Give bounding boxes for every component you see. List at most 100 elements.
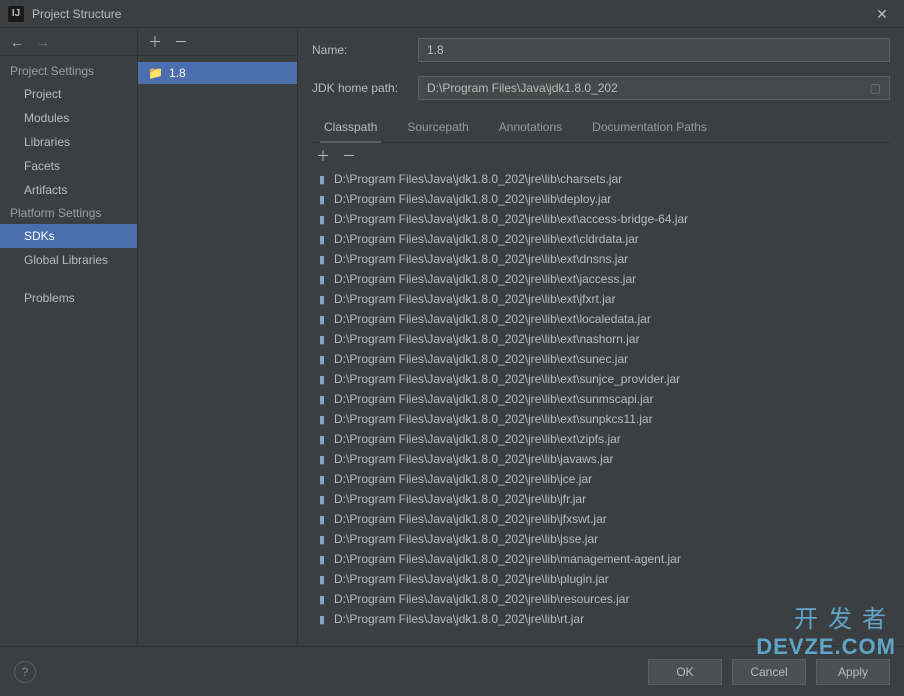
ok-button[interactable]: OK <box>648 659 722 685</box>
sidebar-item-project[interactable]: Project <box>0 82 137 106</box>
classpath-row[interactable]: ▮ D:\Program Files\Java\jdk1.8.0_202\jre\… <box>312 569 890 589</box>
remove-classpath-button[interactable]: － <box>342 149 356 163</box>
sdk-panel: ＋ － 📁1.8 <box>138 28 298 646</box>
tab-annotations[interactable]: Annotations <box>495 114 566 142</box>
classpath-path: D:\Program Files\Java\jdk1.8.0_202\jre\l… <box>334 512 607 526</box>
sidebar-item-libraries[interactable]: Libraries <box>0 130 137 154</box>
classpath-row[interactable]: ▮ D:\Program Files\Java\jdk1.8.0_202\jre\… <box>312 169 890 189</box>
add-sdk-button[interactable]: ＋ <box>148 35 162 49</box>
classpath-row[interactable]: ▮ D:\Program Files\Java\jdk1.8.0_202\jre\… <box>312 269 890 289</box>
path-input[interactable] <box>419 77 862 99</box>
jar-icon: ▮ <box>316 473 328 486</box>
main-area: ← → Project SettingsProjectModulesLibrar… <box>0 28 904 646</box>
footer: ? OK Cancel Apply <box>0 646 904 696</box>
nav-row: ← → <box>0 28 137 56</box>
classpath-row[interactable]: ▮D:\Program Files\Java\jdk1.8.0_202\jre\… <box>312 189 890 209</box>
remove-sdk-button[interactable]: － <box>174 35 188 49</box>
jar-icon: ▮ <box>316 493 328 506</box>
forward-icon[interactable]: → <box>36 34 50 50</box>
classpath-row[interactable]: ▮D:\Program Files\Java\jdk1.8.0_202\jre\… <box>312 229 890 249</box>
sidebar-header: Platform Settings <box>0 202 137 224</box>
sdk-toolbar: ＋ － <box>138 28 297 56</box>
jar-icon: ▮ <box>316 313 328 326</box>
classpath-row[interactable]: ▮D:\Program Files\Java\jdk1.8.0_202\jre\… <box>312 389 890 409</box>
close-button[interactable]: ✕ <box>860 0 904 28</box>
classpath-row[interactable]: ▮D:\Program Files\Java\jdk1.8.0_202\jre\… <box>312 609 890 629</box>
classpath-row[interactable]: ▮ D:\Program Files\Java\jdk1.8.0_202\jre\… <box>312 369 890 389</box>
sidebar-item-problems[interactable]: Problems <box>0 286 137 310</box>
name-input[interactable] <box>418 38 890 62</box>
classpath-row[interactable]: ▮D:\Program Files\Java\jdk1.8.0_202\jre\… <box>312 489 890 509</box>
classpath-row[interactable]: ▮D:\Program Files\Java\jdk1.8.0_202\jre\… <box>312 329 890 349</box>
classpath-row[interactable]: ▮D:\Program Files\Java\jdk1.8.0_202\jre\… <box>312 209 890 229</box>
classpath-row[interactable]: ▮D:\Program Files\Java\jdk1.8.0_202\jre\… <box>312 429 890 449</box>
classpath-row[interactable]: ▮ D:\Program Files\Java\jdk1.8.0_202\jre\… <box>312 469 890 489</box>
sdk-item[interactable]: 📁1.8 <box>138 62 297 84</box>
add-classpath-button[interactable]: ＋ <box>316 149 330 163</box>
classpath-path: D:\Program Files\Java\jdk1.8.0_202\jre\l… <box>334 352 628 366</box>
path-row: JDK home path: ▢ <box>312 76 890 100</box>
classpath-path: D:\Program Files\Java\jdk1.8.0_202\jre\l… <box>334 592 629 606</box>
classpath-row[interactable]: ▮D:\Program Files\Java\jdk1.8.0_202\jre\… <box>312 529 890 549</box>
browse-icon[interactable]: ▢ <box>862 81 889 95</box>
help-button[interactable]: ? <box>14 661 36 683</box>
classpath-path: D:\Program Files\Java\jdk1.8.0_202\jre\l… <box>334 572 609 586</box>
content-panel: Name: JDK home path: ▢ Classpath Sourcepa… <box>298 28 904 646</box>
jar-icon: ▮ <box>316 233 328 246</box>
classpath-path: D:\Program Files\Java\jdk1.8.0_202\jre\l… <box>334 372 680 386</box>
jar-icon: ▮ <box>316 613 328 626</box>
classpath-row[interactable]: ▮D:\Program Files\Java\jdk1.8.0_202\jre\… <box>312 309 890 329</box>
classpath-row[interactable]: ▮ D:\Program Files\Java\jdk1.8.0_202\jre\… <box>312 589 890 609</box>
classpath-row[interactable]: ▮ D:\Program Files\Java\jdk1.8.0_202\jre\… <box>312 249 890 269</box>
classpath-row[interactable]: ▮ D:\Program Files\Java\jdk1.8.0_202\jre\… <box>312 549 890 569</box>
sidebar-sections: Project SettingsProjectModulesLibrariesF… <box>0 56 137 310</box>
classpath-path: D:\Program Files\Java\jdk1.8.0_202\jre\l… <box>334 472 592 486</box>
classpath-path: D:\Program Files\Java\jdk1.8.0_202\jre\l… <box>334 432 621 446</box>
jar-icon: ▮ <box>316 573 328 586</box>
sidebar-item-modules[interactable]: Modules <box>0 106 137 130</box>
classpath-path: D:\Program Files\Java\jdk1.8.0_202\jre\l… <box>334 532 598 546</box>
classpath-path: D:\Program Files\Java\jdk1.8.0_202\jre\l… <box>334 412 653 426</box>
classpath-path: D:\Program Files\Java\jdk1.8.0_202\jre\l… <box>334 292 615 306</box>
sidebar-item-sdks[interactable]: SDKs <box>0 224 137 248</box>
jar-icon: ▮ <box>316 173 328 186</box>
classpath-row[interactable]: ▮ D:\Program Files\Java\jdk1.8.0_202\jre\… <box>312 289 890 309</box>
classpath-row[interactable]: ▮ D:\Program Files\Java\jdk1.8.0_202\jre\… <box>312 349 890 369</box>
jar-icon: ▮ <box>316 193 328 206</box>
jar-icon: ▮ <box>316 333 328 346</box>
path-label: JDK home path: <box>312 81 408 95</box>
tab-sourcepath[interactable]: Sourcepath <box>403 114 472 142</box>
window-title: Project Structure <box>32 7 121 21</box>
cancel-button[interactable]: Cancel <box>732 659 806 685</box>
classpath-path: D:\Program Files\Java\jdk1.8.0_202\jre\l… <box>334 252 628 266</box>
jar-icon: ▮ <box>316 353 328 366</box>
title-bar: IJ Project Structure ✕ <box>0 0 904 28</box>
jar-icon: ▮ <box>316 273 328 286</box>
classpath-toolbar: ＋ － <box>312 143 890 169</box>
classpath-row[interactable]: ▮D:\Program Files\Java\jdk1.8.0_202\jre\… <box>312 409 890 429</box>
jar-icon: ▮ <box>316 593 328 606</box>
classpath-row[interactable]: ▮ D:\Program Files\Java\jdk1.8.0_202\jre\… <box>312 509 890 529</box>
classpath-path: D:\Program Files\Java\jdk1.8.0_202\jre\l… <box>334 552 681 566</box>
back-icon[interactable]: ← <box>10 34 24 50</box>
sidebar-item-global-libraries[interactable]: Global Libraries <box>0 248 137 272</box>
sidebar-item-artifacts[interactable]: Artifacts <box>0 178 137 202</box>
classpath-path: D:\Program Files\Java\jdk1.8.0_202\jre\l… <box>334 172 622 186</box>
sidebar-header: Project Settings <box>0 60 137 82</box>
app-icon: IJ <box>8 6 24 22</box>
jar-icon: ▮ <box>316 293 328 306</box>
sdk-list: 📁1.8 <box>138 56 297 84</box>
tab-classpath[interactable]: Classpath <box>320 114 381 142</box>
apply-button[interactable]: Apply <box>816 659 890 685</box>
sidebar-item-facets[interactable]: Facets <box>0 154 137 178</box>
name-row: Name: <box>312 38 890 62</box>
jar-icon: ▮ <box>316 373 328 386</box>
jar-icon: ▮ <box>316 553 328 566</box>
classpath-path: D:\Program Files\Java\jdk1.8.0_202\jre\l… <box>334 272 636 286</box>
classpath-row[interactable]: ▮D:\Program Files\Java\jdk1.8.0_202\jre\… <box>312 449 890 469</box>
jar-icon: ▮ <box>316 513 328 526</box>
jar-icon: ▮ <box>316 453 328 466</box>
classpath-list: ▮ D:\Program Files\Java\jdk1.8.0_202\jre\… <box>312 169 890 646</box>
jar-icon: ▮ <box>316 253 328 266</box>
tab-documentation-paths[interactable]: Documentation Paths <box>588 114 711 142</box>
